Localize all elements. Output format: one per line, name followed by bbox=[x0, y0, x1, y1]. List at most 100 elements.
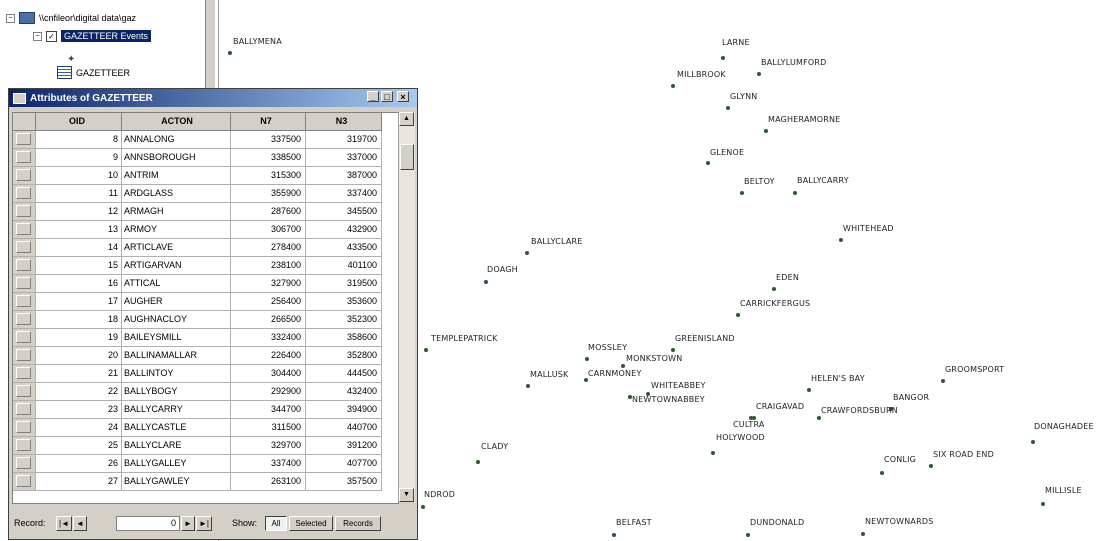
row-selector-button[interactable] bbox=[16, 331, 31, 343]
row-selector-button[interactable] bbox=[16, 439, 31, 451]
row-selector-cell[interactable] bbox=[13, 347, 36, 365]
cell-n3[interactable]: 440700 bbox=[306, 419, 382, 437]
cell-oid[interactable]: 22 bbox=[36, 383, 122, 401]
record-number-input[interactable]: 0 bbox=[116, 516, 180, 531]
town-point[interactable] bbox=[706, 161, 710, 165]
town-point[interactable] bbox=[793, 191, 797, 195]
cell-acton[interactable]: ANNALONG bbox=[122, 131, 231, 149]
cell-acton[interactable]: BALLYBOGY bbox=[122, 383, 231, 401]
table-row[interactable]: 9 ANNSBOROUGH 338500 337000 bbox=[13, 149, 398, 167]
cell-acton[interactable]: BALLYCASTLE bbox=[122, 419, 231, 437]
row-selector-button[interactable] bbox=[16, 385, 31, 397]
cell-acton[interactable]: ARTICLAVE bbox=[122, 239, 231, 257]
cell-oid[interactable]: 19 bbox=[36, 329, 122, 347]
cell-oid[interactable]: 24 bbox=[36, 419, 122, 437]
cell-oid[interactable]: 12 bbox=[36, 203, 122, 221]
table-row[interactable]: 24 BALLYCASTLE 311500 440700 bbox=[13, 419, 398, 437]
cell-n7[interactable]: 355900 bbox=[231, 185, 306, 203]
cell-n7[interactable]: 266500 bbox=[231, 311, 306, 329]
table-row[interactable]: 18 AUGHNACLOY 266500 352300 bbox=[13, 311, 398, 329]
cell-acton[interactable]: BALLINAMALLAR bbox=[122, 347, 231, 365]
cell-acton[interactable]: BALLYGAWLEY bbox=[122, 473, 231, 491]
cell-acton[interactable]: BALLYGALLEY bbox=[122, 455, 231, 473]
cell-n3[interactable]: 432900 bbox=[306, 221, 382, 239]
cell-acton[interactable]: ARMAGH bbox=[122, 203, 231, 221]
town-point[interactable] bbox=[740, 191, 744, 195]
previous-record-button[interactable]: ◄ bbox=[73, 516, 87, 531]
table-row[interactable]: 22 BALLYBOGY 292900 432400 bbox=[13, 383, 398, 401]
cell-acton[interactable]: ARMOY bbox=[122, 221, 231, 239]
cell-n3[interactable]: 394900 bbox=[306, 401, 382, 419]
town-point[interactable] bbox=[746, 533, 750, 537]
town-point[interactable] bbox=[929, 464, 933, 468]
cell-oid[interactable]: 18 bbox=[36, 311, 122, 329]
cell-n3[interactable]: 337400 bbox=[306, 185, 382, 203]
town-point[interactable] bbox=[671, 84, 675, 88]
scrollbar-thumb[interactable] bbox=[400, 144, 414, 170]
row-selector-cell[interactable] bbox=[13, 275, 36, 293]
toc-path-row[interactable]: − \\cnfileor\digital data\gaz bbox=[6, 12, 136, 24]
town-point[interactable] bbox=[1041, 502, 1045, 506]
column-header-acton[interactable]: ACTON bbox=[122, 113, 231, 131]
town-point[interactable] bbox=[757, 72, 761, 76]
cell-n3[interactable]: 319500 bbox=[306, 275, 382, 293]
cell-n7[interactable]: 338500 bbox=[231, 149, 306, 167]
row-selector-button[interactable] bbox=[16, 259, 31, 271]
row-selector-cell[interactable] bbox=[13, 419, 36, 437]
cell-n3[interactable]: 358600 bbox=[306, 329, 382, 347]
row-selector-cell[interactable] bbox=[13, 401, 36, 419]
town-point[interactable] bbox=[584, 378, 588, 382]
cell-oid[interactable]: 14 bbox=[36, 239, 122, 257]
table-row[interactable]: 20 BALLINAMALLAR 226400 352800 bbox=[13, 347, 398, 365]
town-point[interactable] bbox=[424, 348, 428, 352]
row-selector-cell[interactable] bbox=[13, 293, 36, 311]
table-row[interactable]: 19 BAILEYSMILL 332400 358600 bbox=[13, 329, 398, 347]
records-options-button[interactable]: Records bbox=[335, 516, 381, 531]
close-button[interactable]: × bbox=[397, 91, 409, 102]
cell-acton[interactable]: BALLYCARRY bbox=[122, 401, 231, 419]
table-row[interactable]: 13 ARMOY 306700 432900 bbox=[13, 221, 398, 239]
town-point[interactable] bbox=[736, 313, 740, 317]
town-point[interactable] bbox=[721, 56, 725, 60]
cell-oid[interactable]: 9 bbox=[36, 149, 122, 167]
town-point[interactable] bbox=[764, 129, 768, 133]
town-point[interactable] bbox=[711, 451, 715, 455]
row-selector-button[interactable] bbox=[16, 313, 31, 325]
cell-n3[interactable]: 391200 bbox=[306, 437, 382, 455]
cell-acton[interactable]: ANTRIM bbox=[122, 167, 231, 185]
scroll-down-icon[interactable]: ▼ bbox=[399, 488, 414, 502]
cell-n7[interactable]: 263100 bbox=[231, 473, 306, 491]
town-point[interactable] bbox=[839, 238, 843, 242]
cell-n7[interactable]: 238100 bbox=[231, 257, 306, 275]
cell-n3[interactable]: 432400 bbox=[306, 383, 382, 401]
cell-oid[interactable]: 26 bbox=[36, 455, 122, 473]
cell-n7[interactable]: 256400 bbox=[231, 293, 306, 311]
row-selector-button[interactable] bbox=[16, 241, 31, 253]
cell-n7[interactable]: 304400 bbox=[231, 365, 306, 383]
next-record-button[interactable]: ► bbox=[181, 516, 195, 531]
row-selector-button[interactable] bbox=[16, 151, 31, 163]
row-selector-cell[interactable] bbox=[13, 383, 36, 401]
town-point[interactable] bbox=[585, 357, 589, 361]
cell-n3[interactable]: 353600 bbox=[306, 293, 382, 311]
cell-n7[interactable]: 315300 bbox=[231, 167, 306, 185]
town-point[interactable] bbox=[726, 106, 730, 110]
toc-event-layer-label[interactable]: GAZETTEER Events bbox=[61, 30, 152, 42]
row-selector-button[interactable] bbox=[16, 187, 31, 199]
cell-n7[interactable]: 344700 bbox=[231, 401, 306, 419]
cell-oid[interactable]: 23 bbox=[36, 401, 122, 419]
cell-n7[interactable]: 327900 bbox=[231, 275, 306, 293]
cell-n3[interactable]: 352300 bbox=[306, 311, 382, 329]
row-selector-button[interactable] bbox=[16, 223, 31, 235]
town-point[interactable] bbox=[628, 395, 632, 399]
row-selector-button[interactable] bbox=[16, 133, 31, 145]
row-selector-button[interactable] bbox=[16, 403, 31, 415]
cell-oid[interactable]: 20 bbox=[36, 347, 122, 365]
cell-oid[interactable]: 17 bbox=[36, 293, 122, 311]
row-selector-cell[interactable] bbox=[13, 203, 36, 221]
table-row[interactable]: 14 ARTICLAVE 278400 433500 bbox=[13, 239, 398, 257]
cell-n3[interactable]: 444500 bbox=[306, 365, 382, 383]
cell-n3[interactable]: 352800 bbox=[306, 347, 382, 365]
table-row[interactable]: 25 BALLYCLARE 329700 391200 bbox=[13, 437, 398, 455]
row-selector-cell[interactable] bbox=[13, 311, 36, 329]
